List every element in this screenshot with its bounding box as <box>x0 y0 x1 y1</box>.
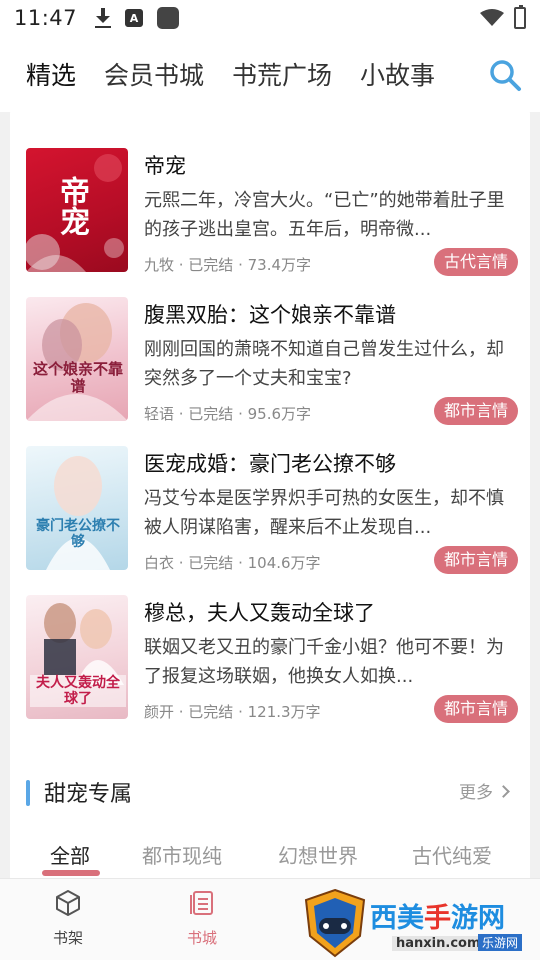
book-description: 冯艾兮本是医学界炽手可热的女医生，却不慎被人阴谋陷害，醒来后不止发现自... <box>144 488 504 538</box>
cover-title: 夫人又轰动全球了 <box>30 675 126 708</box>
a-icon: A <box>125 9 144 27</box>
tab-short-stories[interactable]: 小故事 <box>360 56 435 92</box>
book-item[interactable]: 豪门老公撩不够 医宠成婚：豪门老公撩不够 冯艾兮本是医学界炽手可热的女医生，却不… <box>26 446 518 574</box>
book-cover[interactable]: 这个娘亲不靠谱 <box>26 297 128 421</box>
book-title[interactable]: 腹黑双胎：这个娘亲不靠谱 <box>144 299 396 329</box>
app-square-icon <box>157 7 180 29</box>
status-bar: 11:47 A <box>0 0 540 36</box>
book-cover[interactable]: 夫人又轰动全球了 <box>26 595 128 719</box>
watermark-brand-part3: 游网 <box>451 903 505 934</box>
genre-tag[interactable]: 都市言情 <box>433 397 518 425</box>
watermark-sub: 乐游网 <box>478 934 523 951</box>
cover-title: 这个娘亲不靠谱 <box>32 360 123 396</box>
book-description: 联姻又老又丑的豪门千金小姐？他可不要！为了报复这场联姻，他换女人如换... <box>144 637 504 687</box>
book-title[interactable]: 帝宠 <box>144 150 186 180</box>
genre-tag[interactable]: 都市言情 <box>433 546 518 574</box>
watermark-brand-part2: 手 <box>424 903 451 934</box>
book-cover[interactable]: 帝宠 <box>26 148 128 272</box>
watermark-brand-part1: 西美 <box>370 903 424 934</box>
tab-book-plaza[interactable]: 书荒广场 <box>232 56 332 92</box>
content-scroll[interactable]: 帝宠 帝宠 元熙二年，冷宫大火。“已亡”的她带着肚子里的孩子逃出皇宫。五年后，明… <box>0 112 540 878</box>
battery-icon <box>514 5 526 29</box>
subtab-all[interactable]: 全部 <box>50 840 90 869</box>
subtab-fantasy[interactable]: 幻想世界 <box>278 840 358 869</box>
nav-bookshelf[interactable]: 书架 <box>28 889 108 948</box>
tab-member-bookstore[interactable]: 会员书城 <box>104 56 204 92</box>
status-icons-right <box>480 5 526 29</box>
subtab-urban[interactable]: 都市现纯 <box>142 840 222 869</box>
watermark-brand: 西美手游网 <box>370 896 505 935</box>
status-icons-left: A <box>95 7 180 29</box>
gamepad-shield-icon <box>304 888 366 958</box>
tab-featured[interactable]: 精选 <box>26 56 76 92</box>
subtab-ancient[interactable]: 古代纯爱 <box>412 840 492 869</box>
cover-art <box>26 303 128 421</box>
genre-tag[interactable]: 都市言情 <box>433 695 518 723</box>
book-meta: 轻语 · 已完结 · 95.6万字 <box>144 405 312 423</box>
download-icon <box>95 8 112 28</box>
bookstore-list-icon <box>190 891 213 915</box>
book-description: 元熙二年，冷宫大火。“已亡”的她带着肚子里的孩子逃出皇宫。五年后，明帝微... <box>144 190 505 240</box>
section-accent-bar <box>26 780 30 806</box>
book-item[interactable]: 这个娘亲不靠谱 腹黑双胎：这个娘亲不靠谱 刚刚回国的萧晓不知道自己曾发生过什么，… <box>26 297 518 425</box>
nav-bookstore-label: 书城 <box>186 929 217 947</box>
nav-bookshelf-label: 书架 <box>52 929 83 947</box>
book-description: 刚刚回国的萧晓不知道自己曾发生过什么，却突然多了一个丈夫和宝宝? <box>144 339 504 389</box>
chevron-right-icon <box>497 785 510 798</box>
more-label: 更多 <box>459 783 493 803</box>
book-list-card: 帝宠 帝宠 元熙二年，冷宫大火。“已亡”的她带着肚子里的孩子逃出皇宫。五年后，明… <box>10 112 530 852</box>
book-title[interactable]: 穆总，夫人又轰动全球了 <box>144 597 375 627</box>
more-link[interactable]: 更多 <box>459 778 510 803</box>
top-nav: 精选 会员书城 书荒广场 小故事 <box>0 36 540 112</box>
book-title[interactable]: 医宠成婚：豪门老公撩不够 <box>144 448 396 478</box>
book-meta: 白衣 · 已完结 · 104.6万字 <box>144 554 321 572</box>
search-icon[interactable] <box>488 58 522 92</box>
sweet-section: 甜宠专属 更多 全部 都市现纯 幻想世界 古代纯爱 <box>10 754 530 878</box>
bookshelf-cube-icon <box>56 890 80 916</box>
watermark-logo: 西美手游网 hanxin.com 乐游网 <box>300 888 540 960</box>
genre-tag[interactable]: 古代言情 <box>433 248 518 276</box>
cover-art <box>46 456 110 570</box>
book-item[interactable]: 夫人又轰动全球了 穆总，夫人又轰动全球了 联姻又老又丑的豪门千金小姐？他可不要！… <box>26 595 518 723</box>
cover-title: 豪门老公撩不够 <box>36 518 120 551</box>
subtab-indicator <box>42 870 100 876</box>
cover-title: 帝宠 <box>54 176 89 236</box>
status-time: 11:47 <box>14 6 78 30</box>
wifi-icon <box>480 9 504 26</box>
section-title: 甜宠专属 <box>44 782 133 807</box>
nav-bookstore[interactable]: 书城 <box>162 889 242 948</box>
book-meta: 颜开 · 已完结 · 121.3万字 <box>144 703 321 721</box>
book-cover[interactable]: 豪门老公撩不够 <box>26 446 128 570</box>
book-meta: 九牧 · 已完结 · 73.4万字 <box>144 256 312 274</box>
book-item[interactable]: 帝宠 帝宠 元熙二年，冷宫大火。“已亡”的她带着肚子里的孩子逃出皇宫。五年后，明… <box>26 148 518 276</box>
watermark-url: hanxin.com <box>392 936 485 951</box>
